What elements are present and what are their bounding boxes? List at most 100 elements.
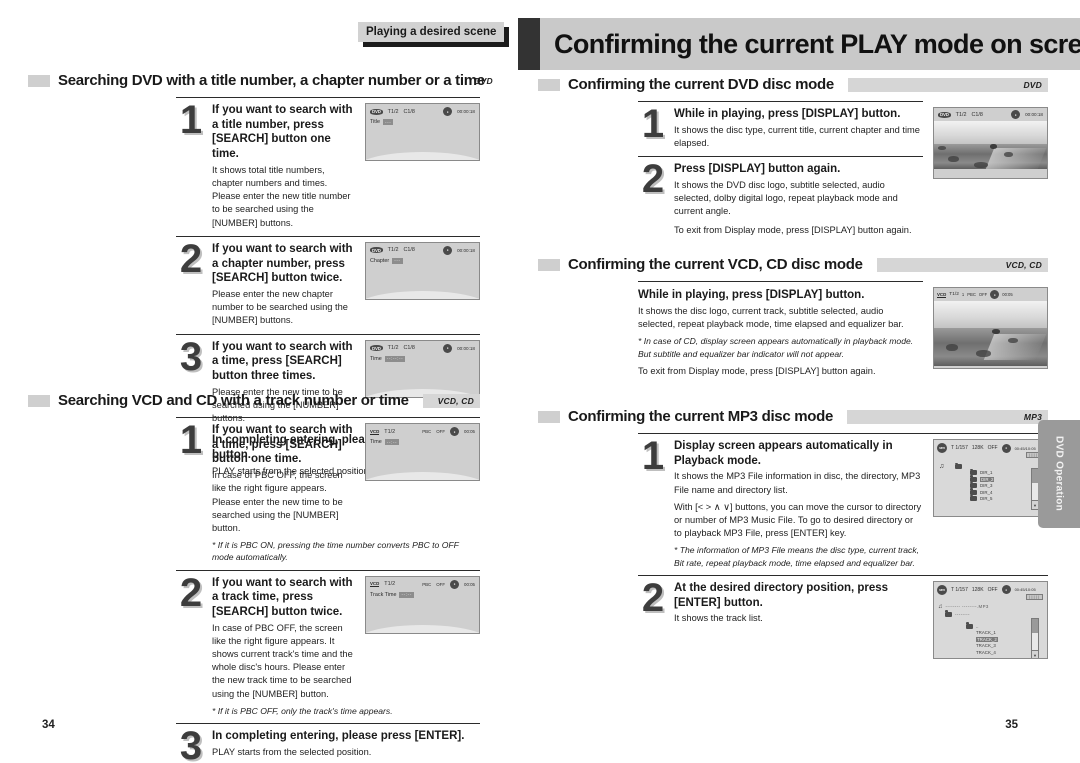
left-page: Playing a desired scene Searching DVD wi…: [0, 0, 505, 763]
osd-screen-chapter-search: DVD T1/2 C1/8 ● 00:00:18 Chapter ---: [365, 241, 480, 300]
section-badge-bar: DVD: [847, 77, 1048, 92]
mp3-track-list: .. TRACK_1 TRACK_2 TRACK_3 TRACK_4: [966, 622, 998, 657]
folder-icon: [945, 610, 952, 617]
list-item[interactable]: TRACK_4: [966, 650, 998, 655]
step-lead: If you want to search with a time, press…: [212, 340, 353, 382]
osd-screen-time-search: DVD T1/2 C1/8 ● 00:00:18 Time --:--:--: [365, 339, 480, 398]
osd-title-field: T1/2: [387, 345, 399, 352]
osd-time-field: 00:00:18: [1025, 112, 1043, 117]
clock-icon: ●: [1011, 110, 1021, 119]
screen-curve-decor: [366, 290, 479, 299]
scrollbar-thumb[interactable]: [1032, 618, 1038, 633]
list-item-label: ..: [976, 623, 979, 629]
osd-repeat-field: OFF: [436, 429, 445, 434]
section-heading: Confirming the current VCD, CD disc mode…: [538, 256, 1048, 273]
mp3-directory-screen: MP3 T 1/157 128K OFF ● 00:45/10:05 |||||…: [933, 439, 1048, 517]
mp3-directory-name: --------: [955, 611, 970, 617]
osd-pbc-field: PBC: [422, 581, 432, 587]
step-lead: While in playing, press [DISPLAY] button…: [674, 108, 901, 120]
list-item[interactable]: ..: [966, 622, 998, 629]
disc-type-badge: DVD: [1023, 79, 1042, 90]
equalizer-bar-icon: |||||: [1026, 593, 1043, 600]
osd-time-field: 00:00:18: [457, 247, 475, 253]
step-item: 2 At the desired directory position, pre…: [638, 576, 1048, 665]
mp3-track-list-screen: MP3 T 1/157 128K OFF ● 00:45/10:05 |||||…: [933, 580, 1048, 659]
list-item[interactable]: TRACK_1: [966, 630, 998, 635]
osd-track-field: T 1/157: [951, 445, 968, 451]
step-description: It shows the MP3 File information in dis…: [674, 471, 921, 495]
folder-icon: [970, 488, 977, 495]
list-item-label: TRACK_2: [976, 636, 998, 642]
osd-time-field: 00:00:18: [457, 109, 475, 114]
photo-bush-dark: [990, 144, 997, 149]
photo-sky: [934, 301, 1047, 331]
step-number: 1: [179, 418, 203, 462]
list-item[interactable]: TRACK_3: [966, 643, 998, 648]
osd-track-field: T1/2: [949, 292, 959, 297]
step-lead: In completing entering, please press [EN…: [212, 729, 465, 742]
running-header-tab: Playing a desired scene: [358, 22, 505, 42]
list-item-selected[interactable]: TRACK_2: [966, 636, 998, 642]
list-item-label: DIR_2: [980, 476, 995, 482]
section-badge-bar: VCD, CD: [422, 393, 480, 408]
list-item-label: DIR_1: [980, 470, 993, 475]
vcd-logo-icon: VCD: [370, 581, 380, 587]
step-lead: If you want to search with a time, press…: [212, 424, 353, 466]
scrollbar[interactable]: ▼: [1031, 617, 1039, 658]
block-footnote: * In case of CD, display screen appears …: [638, 336, 914, 359]
osd-screen-title-search: DVD T1/2 C1/8 ● 00:00:18 Title ---: [365, 103, 480, 161]
dvd-logo-icon: DVD: [370, 108, 383, 115]
osd-chapter-field: C1/8: [403, 345, 415, 352]
osd-label: Chapter: [370, 257, 390, 264]
osd-screen-vcd-time-search: VCD T1/2 PBC OFF ● 00:05 Time --:--: [365, 423, 480, 481]
page-number-left: 34: [42, 719, 55, 731]
step-item: 1 If you want to search with a time, pre…: [176, 418, 480, 570]
section-marker-icon: [538, 410, 560, 423]
step-number: 1: [641, 102, 665, 146]
photo-shrub: [1008, 338, 1018, 343]
step-extra-description: With [< > ∧ ∨] buttons, you can move the…: [674, 501, 922, 539]
list-item[interactable]: DIR_1: [970, 468, 994, 475]
step-number: 2: [179, 570, 203, 615]
osd-bitrate-field: 128K: [971, 586, 984, 593]
screen-curve-decor: [366, 472, 479, 480]
step-item: 1 If you want to search with a title num…: [176, 98, 480, 236]
mp3-disc-icon: MP3: [937, 584, 947, 595]
list-item[interactable]: DIR_3: [970, 481, 994, 488]
osd-chapter-field: C1/8: [971, 111, 983, 118]
osd-time-field: 00:45/10:05: [1014, 587, 1036, 593]
photo-shrub: [948, 156, 959, 162]
disc-type-badge: VCD, CD: [437, 395, 474, 406]
clock-icon: ●: [1001, 443, 1011, 453]
step-item: 3 In completing entering, please press […: [176, 724, 480, 763]
osd-track-field: T 1/157: [951, 586, 968, 593]
content-with-screen: While in playing, press [DISPLAY] button…: [638, 281, 1048, 378]
step-item: 1 Display screen appears automatically i…: [638, 434, 1048, 575]
dvd-display-screen-photo: DVD T1/2 C1/8 ● 00:00:18: [933, 107, 1048, 179]
osd-label: Time: [370, 439, 382, 445]
section-heading: Confirming the current DVD disc mode DVD: [538, 76, 1048, 93]
osd-track-field: T1/2: [384, 581, 396, 587]
osd-time-field: 00:05: [1002, 292, 1013, 297]
osd-pbc-field: PBC: [967, 292, 976, 297]
list-item[interactable]: DIR_4: [970, 488, 994, 495]
photo-shrub: [974, 162, 988, 168]
section-title: Confirming the current MP3 disc mode: [568, 408, 834, 425]
osd-repeat-field: OFF: [987, 445, 998, 451]
mp3-file-path: -------- --------.MP3: [945, 604, 989, 610]
section-confirm-dvd: Confirming the current DVD disc mode DVD…: [538, 76, 1048, 244]
section-title: Searching DVD with a title number, a cha…: [58, 72, 485, 89]
scroll-down-arrow-icon[interactable]: ▼: [1032, 649, 1038, 658]
section-badge-bar: MP3: [847, 409, 1048, 424]
osd-input-value: --:--: [399, 591, 414, 598]
section-title: Searching VCD and CD with a track number…: [58, 392, 409, 409]
step-lead: If you want to search with a track time,…: [212, 576, 353, 618]
step-lead: Display screen appears automatically in …: [674, 440, 893, 467]
step-number: 1: [179, 98, 203, 142]
list-item-selected[interactable]: DIR_2: [970, 475, 995, 482]
list-item[interactable]: DIR_5: [970, 494, 994, 501]
section-confirm-vcd-cd: Confirming the current VCD, CD disc mode…: [538, 256, 1048, 378]
music-note-icon: ♫: [938, 603, 943, 610]
steps-with-screen: 1 While in playing, press [DISPLAY] butt…: [638, 101, 1048, 244]
step-item: 1 While in playing, press [DISPLAY] butt…: [638, 102, 923, 156]
